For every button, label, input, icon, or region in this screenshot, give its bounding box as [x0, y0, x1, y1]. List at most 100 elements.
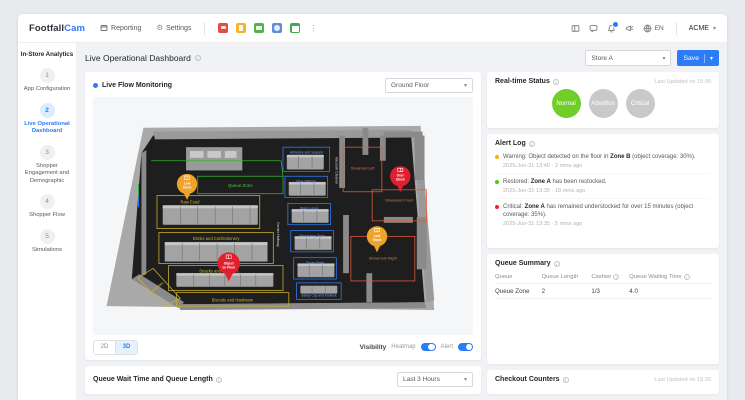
warning-dot-icon	[495, 155, 499, 159]
step-label: App Configuration	[23, 86, 71, 92]
alert-list: Warning: Object detected on the floor in…	[495, 149, 711, 231]
green-calendar-app-icon[interactable]	[290, 23, 301, 33]
queue-summary-column: Queue Waiting Time	[629, 271, 711, 284]
sidebar-step-2[interactable]: 2 Live Operational Dashboard	[18, 102, 76, 136]
red-app-icon[interactable]	[218, 23, 229, 33]
status-circle-attention[interactable]: Attention	[588, 89, 618, 118]
info-icon[interactable]	[553, 260, 560, 267]
megaphone-icon[interactable]	[625, 24, 634, 33]
step-number: 4	[39, 194, 55, 210]
svg-text:Water Hose: Water Hose	[300, 207, 319, 211]
queue-chart-title: Queue Wait Time and Queue Length	[93, 376, 222, 383]
status-circle-normal[interactable]: Normal	[551, 89, 581, 118]
visibility-label: Visibility	[359, 343, 387, 351]
language-selector[interactable]: EN	[643, 24, 664, 33]
view-mode-3d-button[interactable]: 3D	[115, 340, 137, 354]
alert-toggle[interactable]	[458, 342, 473, 352]
nav-reporting[interactable]: Reporting	[100, 24, 141, 32]
info-icon[interactable]	[215, 376, 222, 383]
nav-settings[interactable]: ⚙ Settings	[156, 24, 191, 32]
column-label: Queue Waiting Time	[629, 274, 690, 280]
last-updated: Last Updated on 15:30	[654, 376, 711, 383]
queue-chart-card: Queue Wait Time and Queue Length Last 3 …	[85, 366, 481, 394]
view-mode-toggle: 2D 3D	[93, 339, 138, 355]
floor-map[interactable]: Queue Zone Raw Food Drinks and Confectio…	[93, 97, 473, 335]
alert-item-critical[interactable]: Critical: Zone A has remained understock…	[495, 199, 711, 231]
column-label: Queue Length	[541, 274, 579, 280]
save-button-divider	[703, 53, 705, 63]
sidebar-step-4[interactable]: 4 Shopper Flow	[18, 194, 76, 220]
queue-summary-column: Queue Length	[541, 271, 592, 284]
info-icon[interactable]	[562, 376, 569, 383]
bell-icon[interactable]	[607, 21, 619, 33]
queue-summary-title: Queue Summary	[495, 260, 560, 267]
alert-timestamp: 2025-Jun-31 13:35 · 18 mins ago	[503, 188, 586, 195]
info-icon[interactable]	[613, 274, 620, 280]
sidebar-step-1[interactable]: 1 App Configuration	[18, 68, 76, 94]
alert-log-card: Alert Log Warning: Object detected on th…	[487, 134, 719, 248]
sidebar-step-5[interactable]: 5 Simulations	[18, 228, 76, 255]
step-label: Shopper Engagement and Demographic	[24, 162, 70, 184]
step-number: 1	[39, 68, 55, 83]
svg-text:Spray Paint: Spray Paint	[306, 261, 325, 265]
blue-people-app-icon[interactable]	[272, 23, 283, 33]
layout-columns-icon[interactable]	[571, 24, 580, 33]
alert-text: Restored: Zone A has been restocked.	[503, 179, 607, 186]
alert-log-title: Alert Log	[495, 140, 535, 147]
heatmap-toggle-label: Heatmap	[391, 344, 416, 350]
svg-text:Stock: Stock	[396, 178, 405, 182]
app-window: FootfallCam Reporting ⚙ Settings ⋮ EN AC…	[18, 14, 727, 400]
alert-item-warning[interactable]: Warning: Object detected on the floor in…	[495, 149, 711, 175]
live-flow-footer: 2D 3D Visibility Heatmap Alert	[93, 339, 473, 355]
topbar: FootfallCam Reporting ⚙ Settings ⋮ EN AC…	[18, 14, 727, 43]
nav-settings-label: Settings	[166, 24, 192, 32]
account-menu[interactable]: ACME	[689, 25, 716, 32]
realtime-status-card: Real-time Status Last Updated on 15:30 N…	[487, 72, 719, 128]
table-row[interactable]: Queue Zone 2 1/3 4.0	[495, 283, 711, 299]
svg-text:Pipe Fittings: Pipe Fittings	[296, 180, 316, 184]
globe-icon	[643, 24, 652, 32]
live-flow-card: Live Flow Monitoring Ground Floor ▾ Queu…	[85, 72, 481, 360]
info-icon[interactable]	[683, 274, 690, 280]
column-label: Cashier	[591, 274, 620, 280]
queue-summary-card: Queue Summary QueueQueue LengthCashierQu…	[487, 254, 719, 364]
nav-reporting-label: Reporting	[111, 24, 142, 32]
visibility-controls: Visibility Heatmap Alert	[359, 342, 473, 352]
more-apps-kebab-icon[interactable]: ⋮	[309, 24, 317, 33]
save-dropdown-caret[interactable]	[710, 55, 713, 62]
save-button[interactable]: Save	[677, 50, 719, 66]
brand-logo[interactable]: FootfallCam	[29, 23, 85, 34]
info-icon[interactable]	[528, 140, 535, 147]
heatmap-toggle[interactable]	[420, 342, 436, 352]
step-label: Live Operational Dashboard	[24, 120, 70, 135]
info-icon[interactable]	[194, 55, 201, 61]
green-sheet-app-icon[interactable]	[254, 23, 265, 33]
svg-text:Vacuum Cleaner: Vacuum Cleaner	[334, 157, 338, 185]
time-range-select[interactable]: Last 3 Hours	[397, 372, 473, 387]
restored-dot-icon	[495, 180, 499, 185]
main-content: Live Operational Dashboard Store A Save …	[77, 43, 727, 400]
store-select[interactable]: Store A	[585, 50, 672, 66]
queue-summary-table: Queue Queue Length Cashier Queue Waiting Ti…	[495, 271, 711, 299]
comment-icon[interactable]	[589, 24, 598, 33]
table-cell: 4.0	[629, 283, 711, 299]
status-circle-critical[interactable]: Critical	[625, 89, 655, 118]
view-mode-2d-button[interactable]: 2D	[94, 340, 115, 354]
checkout-counters-card: Checkout Counters Last Updated on 15:30	[487, 370, 719, 394]
amber-document-app-icon[interactable]	[236, 23, 247, 33]
main-header: Live Operational Dashboard Store A Save	[85, 49, 719, 67]
svg-text:Safety Cap and Padlock: Safety Cap and Padlock	[301, 293, 337, 297]
queue-summary-header-row: Queue Queue Length Cashier Queue Waiting Ti…	[495, 271, 711, 284]
notification-badge	[611, 21, 619, 28]
alert-body: Warning: Object detected on the floor in…	[503, 153, 696, 169]
queue-summary-body: Queue Zone 2 1/3 4.0	[495, 283, 711, 299]
info-icon[interactable]	[552, 78, 559, 85]
svg-text:Drinks and Confectionery: Drinks and Confectionery	[193, 236, 241, 241]
sidebar-step-3[interactable]: 3 Shopper Engagement and Demographic	[18, 144, 76, 186]
floor-select[interactable]: Ground Floor	[385, 78, 473, 93]
sidebar: In-Store Analytics 1 App Configuration 2 Li…	[18, 43, 77, 400]
checkout-counters-title: Checkout Counters	[495, 376, 569, 383]
alert-text: Warning: Object detected on the floor in…	[503, 154, 696, 160]
alert-item-restored[interactable]: Restored: Zone A has been restocked. 2025…	[495, 174, 711, 200]
alert-timestamp: 2025-Jun-31 13:35 · 5 mins ago	[503, 221, 583, 228]
